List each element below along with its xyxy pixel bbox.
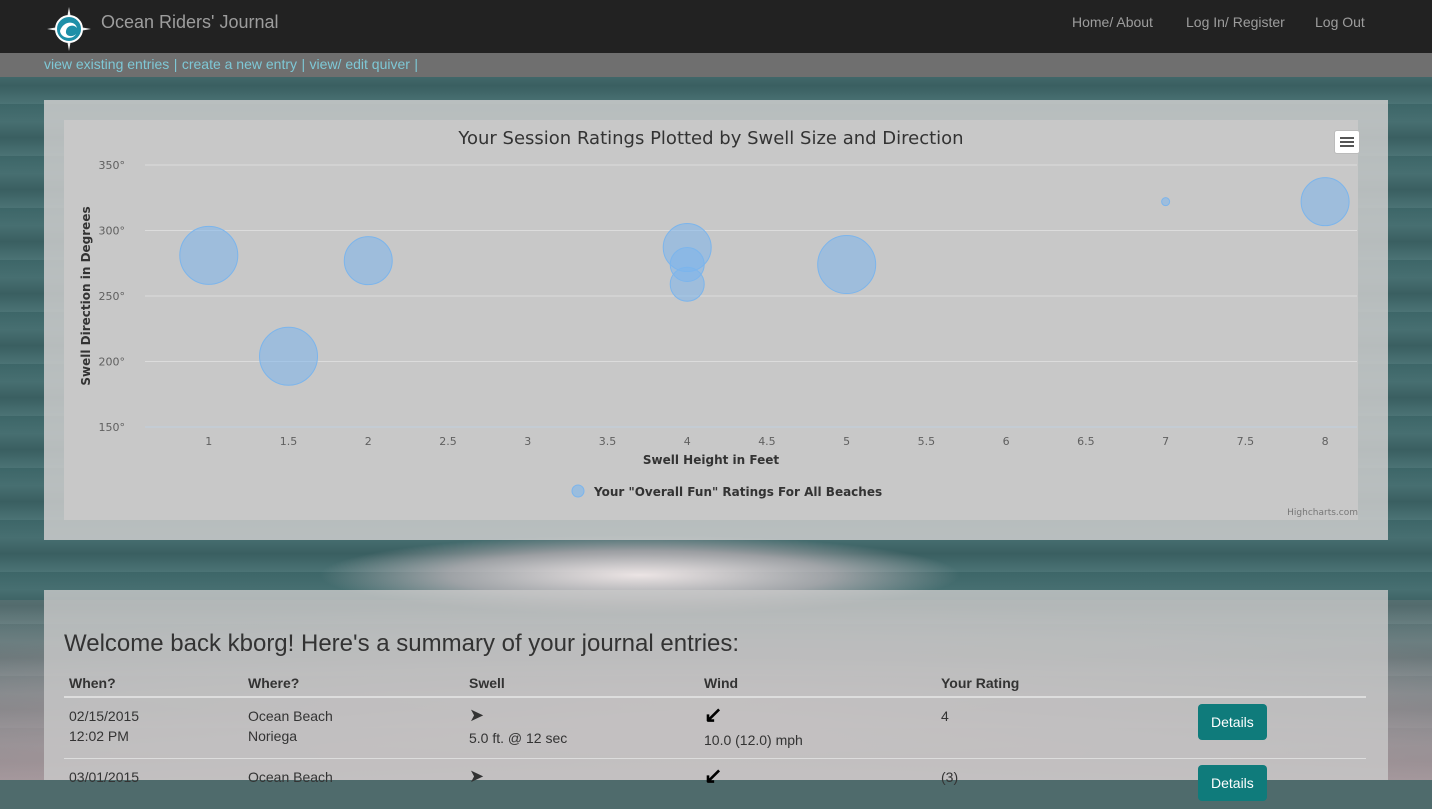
y-tick-label: 250° <box>99 290 126 303</box>
data-bubble <box>1162 198 1170 206</box>
x-axis-title: Swell Height in Feet <box>643 453 779 467</box>
rating-cell: (3) <box>936 759 1193 809</box>
y-tick-label: 300° <box>99 225 126 238</box>
table-row: 02/15/2015 12:02 PM Ocean Beach Noriega … <box>64 697 1366 759</box>
actions-cell: Details <box>1193 697 1366 759</box>
chart-title: Your Session Ratings Plotted by Swell Si… <box>457 128 963 149</box>
col-rating: Your Rating <box>936 670 1193 697</box>
data-bubble <box>260 327 318 385</box>
data-bubble <box>344 237 392 285</box>
view-existing-entries-link[interactable]: view existing entries <box>44 56 169 72</box>
y-tick-label: 200° <box>99 356 126 369</box>
data-bubble <box>670 267 704 301</box>
data-bubble <box>818 236 876 294</box>
separator: | <box>414 56 418 72</box>
chart-container: Your Session Ratings Plotted by Swell Si… <box>64 120 1358 520</box>
x-tick-label: 2 <box>365 435 372 448</box>
col-when: When? <box>64 670 243 697</box>
entry-spot: Noriega <box>248 726 459 746</box>
entry-beach: Ocean Beach <box>248 767 459 787</box>
bubble-chart: Your Session Ratings Plotted by Swell Si… <box>64 120 1358 520</box>
entry-wind: 10.0 (12.0) mph <box>704 730 931 750</box>
when-cell: 03/01/2015 <box>64 759 243 809</box>
entries-table: When? Where? Swell Wind Your Rating 02/1… <box>64 670 1366 809</box>
navbar: Ocean Riders' Journal Home/ About Log In… <box>0 0 1432 54</box>
y-axis-title: Swell Direction in Degrees <box>79 206 93 385</box>
details-button[interactable]: Details <box>1198 765 1267 801</box>
x-tick-label: 4 <box>684 435 691 448</box>
wind-direction-arrow-icon: ↙ <box>704 767 722 785</box>
table-row: 03/01/2015 Ocean Beach ➤ ↙ (3) Details <box>64 759 1366 809</box>
separator: | <box>301 56 305 72</box>
data-bubble <box>1301 178 1349 226</box>
x-tick-label: 2.5 <box>439 435 457 448</box>
entry-swell: 5.0 ft. @ 12 sec <box>469 728 694 748</box>
x-tick-label: 6.5 <box>1077 435 1095 448</box>
wind-direction-arrow-icon: ↙ <box>704 706 722 724</box>
entry-time: 12:02 PM <box>69 726 238 746</box>
wind-cell: ↙ <box>699 759 936 809</box>
entry-date: 03/01/2015 <box>69 767 238 787</box>
chart-panel: Your Session Ratings Plotted by Swell Si… <box>44 100 1388 540</box>
brand-title[interactable]: Ocean Riders' Journal <box>101 12 279 33</box>
swell-cell: ➤ <box>464 759 699 809</box>
col-where: Where? <box>243 670 464 697</box>
x-tick-label: 5.5 <box>918 435 936 448</box>
x-tick-label: 7 <box>1162 435 1169 448</box>
y-tick-label: 350° <box>99 159 126 172</box>
swell-direction-arrow-icon: ➤ <box>469 706 484 724</box>
x-tick-label: 8 <box>1322 435 1329 448</box>
col-swell: Swell <box>464 670 699 697</box>
nav-login-register[interactable]: Log In/ Register <box>1186 14 1285 30</box>
summary-panel: Welcome back kborg! Here's a summary of … <box>44 590 1388 780</box>
swell-direction-arrow-icon: ➤ <box>469 767 484 785</box>
entry-date: 02/15/2015 <box>69 706 238 726</box>
x-tick-label: 7.5 <box>1237 435 1255 448</box>
data-bubble <box>180 226 238 284</box>
separator: | <box>174 56 178 72</box>
nav-home-about[interactable]: Home/ About <box>1072 14 1153 30</box>
col-wind: Wind <box>699 670 936 697</box>
when-cell: 02/15/2015 12:02 PM <box>64 697 243 759</box>
x-tick-label: 1.5 <box>280 435 298 448</box>
entry-beach: Ocean Beach <box>248 706 459 726</box>
col-actions <box>1193 670 1366 697</box>
x-tick-label: 3 <box>524 435 531 448</box>
x-tick-label: 4.5 <box>758 435 776 448</box>
summary-title: Welcome back kborg! Here's a summary of … <box>64 630 739 658</box>
table-header-row: When? Where? Swell Wind Your Rating <box>64 670 1366 697</box>
rating-cell: 4 <box>936 697 1193 759</box>
actions-cell: Details <box>1193 759 1366 809</box>
x-tick-label: 3.5 <box>599 435 617 448</box>
create-new-entry-link[interactable]: create a new entry <box>182 56 297 72</box>
x-tick-label: 6 <box>1003 435 1010 448</box>
chart-menu-button[interactable] <box>1334 130 1360 154</box>
x-tick-label: 1 <box>205 435 212 448</box>
legend-symbol <box>572 485 584 497</box>
legend-label: Your "Overall Fun" Ratings For All Beach… <box>593 485 882 499</box>
x-tick-label: 5 <box>843 435 850 448</box>
where-cell: Ocean Beach Noriega <box>243 697 464 759</box>
swell-cell: ➤ 5.0 ft. @ 12 sec <box>464 697 699 759</box>
where-cell: Ocean Beach <box>243 759 464 809</box>
sub-navigation: view existing entries | create a new ent… <box>0 53 1432 77</box>
credits-link: Highcharts.com <box>1287 508 1358 518</box>
y-tick-label: 150° <box>99 421 126 434</box>
nav-logout[interactable]: Log Out <box>1315 14 1365 30</box>
view-edit-quiver-link[interactable]: view/ edit quiver <box>310 56 410 72</box>
details-button[interactable]: Details <box>1198 704 1267 740</box>
compass-logo-icon[interactable] <box>46 6 92 52</box>
wind-cell: ↙ 10.0 (12.0) mph <box>699 697 936 759</box>
